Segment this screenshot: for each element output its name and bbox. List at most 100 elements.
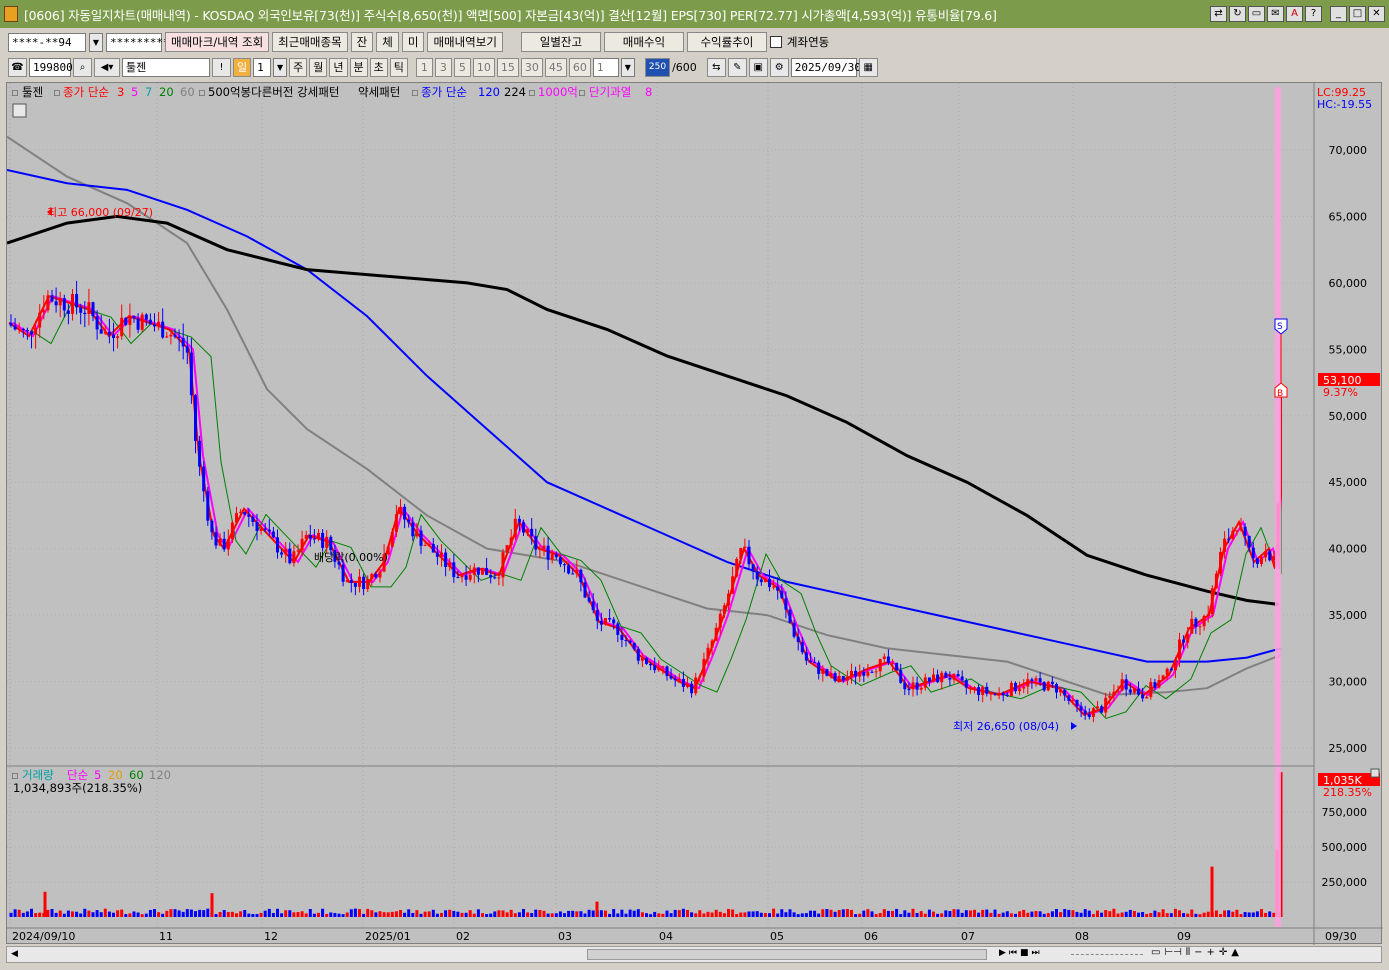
- candle-body: [825, 669, 829, 676]
- volume-bar: [288, 910, 292, 917]
- account-dropdown-icon[interactable]: ▼: [89, 32, 103, 52]
- grid-toggle-icon[interactable]: [12, 103, 27, 118]
- search-icon[interactable]: ⌕: [73, 57, 92, 77]
- candle-body: [1173, 659, 1177, 671]
- tool-draw-icon[interactable]: ✎: [727, 57, 747, 77]
- candle-body: [1018, 688, 1022, 692]
- alert-icon[interactable]: !: [212, 57, 231, 77]
- candle-body: [198, 440, 202, 467]
- refresh-icon[interactable]: ↻: [1229, 6, 1246, 22]
- period-second[interactable]: 초: [369, 57, 388, 77]
- maximize-button[interactable]: □: [1349, 6, 1366, 22]
- calendar-icon[interactable]: ▦: [858, 57, 878, 77]
- font-icon[interactable]: A: [1286, 6, 1303, 22]
- up-icon[interactable]: ▲: [1231, 947, 1239, 958]
- period-num-input[interactable]: 1: [253, 57, 272, 77]
- speaker-icon[interactable]: ◀▾: [94, 57, 120, 77]
- recent-trades-button[interactable]: 최근매매종목: [272, 32, 348, 52]
- candle-body: [120, 317, 124, 337]
- zoom-plus-icon[interactable]: +: [1206, 947, 1214, 958]
- return-trend-button[interactable]: 수익률추이: [686, 32, 767, 52]
- period-tick[interactable]: 틱: [389, 57, 408, 77]
- unfilled-button[interactable]: 미: [401, 32, 425, 52]
- date-input[interactable]: 2025/09/30: [790, 57, 861, 77]
- trade-profit-button[interactable]: 매매수익: [603, 32, 684, 52]
- volume-bar: [337, 913, 341, 917]
- volume-bar: [1251, 912, 1255, 917]
- candle-body: [222, 538, 226, 550]
- close-button[interactable]: ✕: [1368, 6, 1385, 22]
- zoom-range-icon[interactable]: ⊢⊣: [1164, 947, 1181, 958]
- mail-icon[interactable]: ✉: [1267, 6, 1284, 22]
- svg-text:B: B: [1277, 389, 1283, 399]
- interval-5[interactable]: 5: [453, 57, 471, 77]
- interval-3[interactable]: 3: [434, 57, 452, 77]
- trade-history-button[interactable]: 매매내역보기: [427, 32, 503, 52]
- chart-panel[interactable]: ▫ 툴젠 ▫ 종가 단순 3 5 7 20 60 ▫ 500억봉다른버전 강세패…: [6, 82, 1383, 945]
- save-icon[interactable]: ▣: [748, 57, 768, 77]
- interval-45[interactable]: 45: [544, 57, 567, 77]
- stock-name-input[interactable]: 툴젠: [122, 57, 210, 77]
- horizontal-scrollbar[interactable]: ◀ ▶ ⏮ ■ ⏭ ▭ ⊢⊣ ⫴ − + ✛ ▲: [6, 946, 1382, 963]
- candle-body: [50, 295, 54, 302]
- period-dropdown-icon[interactable]: ▼: [273, 57, 288, 77]
- volume-bar: [247, 913, 251, 917]
- tool-arrows-icon[interactable]: ⇆: [706, 57, 726, 77]
- interval-dropdown-icon[interactable]: ▼: [620, 57, 635, 77]
- zoom-track[interactable]: [1071, 954, 1143, 955]
- interval-60[interactable]: 60: [568, 57, 591, 77]
- stock-code-input[interactable]: 199800: [29, 57, 73, 77]
- first-icon[interactable]: ⏮: [1009, 948, 1017, 958]
- account-link-checkbox[interactable]: [769, 36, 782, 48]
- volume-close-icon[interactable]: [1370, 768, 1380, 778]
- interval-30[interactable]: 30: [520, 57, 543, 77]
- settings-icon[interactable]: ⚙: [769, 57, 789, 77]
- stop-icon[interactable]: ■: [1020, 948, 1029, 958]
- volume-bar: [1214, 910, 1218, 917]
- last-icon[interactable]: ⏭: [1032, 948, 1040, 958]
- volume-bar: [235, 913, 238, 917]
- sell-marker[interactable]: S: [1274, 318, 1288, 335]
- markers-button[interactable]: 매매마크/내역 조회: [165, 32, 270, 52]
- zoom-in-icon[interactable]: ✛: [1219, 947, 1227, 958]
- volume-bar: [731, 909, 735, 917]
- zoom-fit-icon[interactable]: ▭: [1151, 947, 1160, 958]
- scroll-thumb[interactable]: [587, 949, 987, 960]
- candle-body: [75, 294, 79, 308]
- link-icon[interactable]: ⇄: [1210, 6, 1227, 22]
- executed-button[interactable]: 체: [376, 32, 399, 52]
- scroll-left-icon[interactable]: ◀: [11, 949, 18, 959]
- minimize-button[interactable]: _: [1330, 6, 1347, 22]
- candle-body: [870, 671, 874, 673]
- balance-button[interactable]: 잔: [350, 32, 374, 52]
- period-month[interactable]: 월: [309, 57, 328, 77]
- period-minute[interactable]: 분: [349, 57, 368, 77]
- interval-15[interactable]: 15: [496, 57, 519, 77]
- account-input[interactable]: ****-**94: [8, 32, 86, 52]
- window-icon[interactable]: ▭: [1248, 6, 1265, 22]
- date-last-label: 09/30: [1325, 930, 1357, 943]
- period-week[interactable]: 주: [289, 57, 308, 77]
- candle-body: [329, 536, 333, 551]
- phone-icon[interactable]: ☎: [8, 57, 27, 77]
- count-badge[interactable]: 250: [644, 57, 671, 77]
- volume-bar: [390, 911, 394, 917]
- period-select[interactable]: 일: [233, 57, 252, 77]
- password-input[interactable]: *********: [106, 32, 170, 52]
- volume-bar: [526, 912, 530, 917]
- scroll-right-icon[interactable]: ▶: [999, 948, 1006, 958]
- daily-balance-button[interactable]: 일별잔고: [520, 32, 601, 52]
- interval-10[interactable]: 10: [472, 57, 495, 77]
- interval-input[interactable]: 1: [592, 57, 619, 77]
- period-year[interactable]: 년: [329, 57, 348, 77]
- interval-1[interactable]: 1: [415, 57, 433, 77]
- volume-bar: [710, 912, 714, 917]
- volume-bar: [854, 914, 858, 917]
- help-icon[interactable]: ?: [1305, 6, 1322, 22]
- volume-bar: [567, 910, 571, 917]
- zoom-minus-icon[interactable]: −: [1194, 947, 1202, 958]
- candlestick-chart[interactable]: ▫ 툴젠 ▫ 종가 단순 3 5 7 20 60 ▫ 500억봉다른버전 강세패…: [6, 83, 1383, 945]
- zoom-bars-icon[interactable]: ⫴: [1186, 947, 1190, 958]
- volume-bar: [1186, 913, 1190, 917]
- volume-bar: [1063, 909, 1067, 917]
